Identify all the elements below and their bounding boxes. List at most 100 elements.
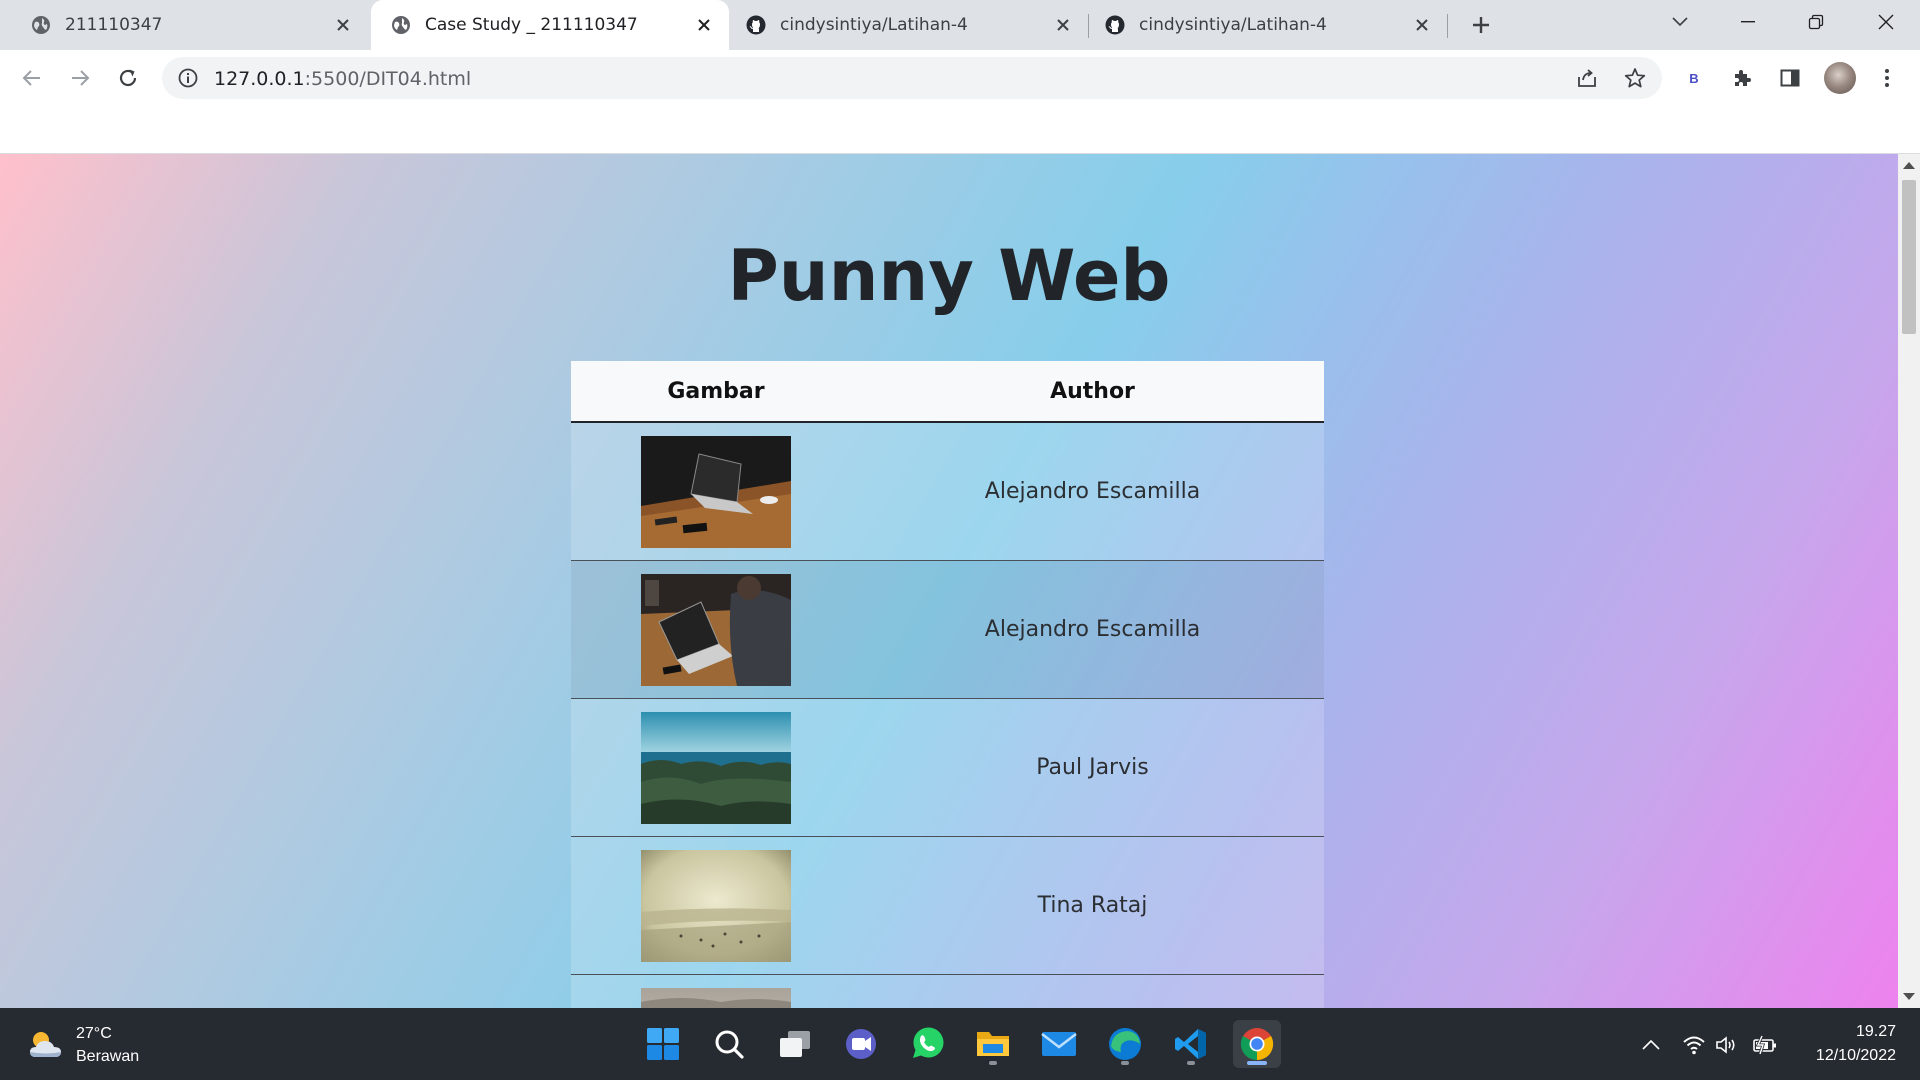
close-tab-icon[interactable] [1052,14,1074,36]
reload-button[interactable] [111,61,145,95]
teams-chat-button[interactable] [837,1020,885,1068]
mail-button[interactable] [1035,1020,1083,1068]
partly-cloudy-icon [30,1032,61,1057]
windows-taskbar: 27°C Berawan 19.27 12/10/2022 [0,1008,1920,1080]
extensions-button[interactable] [1727,63,1757,93]
taskbar-clock[interactable]: 19.27 12/10/2022 [1816,1020,1896,1068]
page-title: Punny Web [727,235,1171,317]
vscode-icon [1175,1029,1206,1059]
profile-avatar[interactable] [1824,62,1856,94]
running-indicator [1187,1061,1195,1065]
battery-button[interactable] [1752,1032,1778,1058]
close-icon [1878,14,1894,30]
forward-button[interactable] [63,61,97,95]
new-tab-button[interactable] [1466,12,1496,38]
tab-separator [1447,14,1448,38]
chrome-icon [1240,1028,1274,1061]
url-host: 127.0.0.1 [214,68,305,90]
scroll-thumb[interactable] [1902,180,1916,334]
author-cell [861,974,1324,1008]
task-view-button[interactable] [771,1020,819,1068]
share-icon[interactable] [1576,67,1598,89]
bookmarks-bar [0,106,1920,154]
start-icon [647,1028,679,1060]
table-row: Alejandro Escamilla [571,560,1324,699]
chat-icon [846,1029,876,1059]
scroll-up-arrow[interactable] [1903,162,1915,169]
laptop-desk-photo [641,435,791,548]
tab-211110347[interactable]: 211110347 [0,0,368,50]
whatsapp-button[interactable] [903,1020,951,1068]
speaker-icon [1716,1036,1735,1054]
close-tab-icon[interactable] [693,14,715,36]
close-window-button[interactable] [1852,0,1920,44]
chrome-button[interactable] [1233,1020,1281,1068]
vscode-button[interactable] [1167,1020,1215,1068]
edge-icon [1109,1028,1141,1060]
running-indicator [989,1061,997,1065]
puzzle-icon [1735,70,1751,86]
url-path: :5500/DIT04.html [304,68,472,90]
info-icon[interactable] [177,67,199,89]
network-button[interactable] [1681,1032,1707,1058]
side-panel-button[interactable] [1775,63,1805,93]
sea-forest-photo [641,711,791,824]
globe-icon [32,16,50,34]
github-icon [1105,15,1125,35]
tab-title: cindysintiya/Latihan-4 [1139,15,1327,35]
tab-github-latihan-4[interactable]: cindysintiya/Latihan-4 [730,0,1088,50]
scroll-down-arrow[interactable] [1903,993,1915,1000]
taskbar-search-button[interactable] [705,1020,753,1068]
author-cell: Alejandro Escamilla [861,422,1324,561]
author-cell: Alejandro Escamilla [861,560,1324,699]
image-cell [571,974,861,1008]
close-tab-icon[interactable] [332,14,354,36]
image-cell [571,836,861,975]
back-button[interactable] [15,61,49,95]
arrow-left-icon [22,70,40,86]
volume-button[interactable] [1714,1032,1740,1058]
vertical-scrollbar[interactable] [1898,154,1920,1008]
arrow-right-icon [72,70,90,86]
weather-temp: 27°C [76,1025,112,1042]
wifi-icon [1683,1036,1705,1055]
chevron-down-icon [1672,17,1688,27]
extension-b-button[interactable]: B [1679,63,1709,93]
close-tab-icon[interactable] [1411,14,1433,36]
clock-time: 19.27 [1855,1023,1896,1040]
address-bar[interactable]: 127.0.0.1:5500/DIT04.html [162,57,1662,99]
restore-button[interactable] [1782,0,1850,44]
running-indicator [1247,1061,1267,1065]
globe-icon [392,16,410,34]
page-viewport: Punny Web Gambar Author Alejandro Escami… [0,154,1898,1008]
image-cell [571,560,861,699]
menu-button[interactable] [1872,63,1902,93]
tab-github-latihan-4-b[interactable]: cindysintiya/Latihan-4 [1089,0,1447,50]
task-view-icon [780,1031,810,1057]
tab-title: 211110347 [65,15,163,35]
minimize-button[interactable] [1714,0,1782,44]
start-button[interactable] [639,1020,687,1068]
extension-badge: B [1689,70,1699,86]
running-indicator [1121,1061,1129,1065]
tab-title: Case Study _ 211110347 [425,15,638,35]
image-cell [571,422,861,561]
person-laptop-photo [641,573,791,686]
tab-search-button[interactable] [1646,0,1714,44]
reload-icon [119,69,137,87]
weather-widget[interactable]: 27°C Berawan [26,1022,139,1068]
column-header-author: Author [861,361,1324,423]
file-explorer-button[interactable] [969,1020,1017,1068]
weather-condition: Berawan [76,1048,140,1065]
star-icon[interactable] [1624,67,1646,89]
show-hidden-icons-button[interactable] [1638,1032,1664,1058]
tab-case-study[interactable]: Case Study _ 211110347 [371,0,729,50]
edge-button[interactable] [1101,1020,1149,1068]
table-header-row: Gambar Author [571,361,1324,423]
restore-icon [1808,14,1824,30]
column-header-gambar: Gambar [571,361,861,423]
mail-icon [1041,1032,1077,1056]
author-cell: Tina Rataj [861,836,1324,975]
url-text: 127.0.0.1:5500/DIT04.html [214,68,471,90]
table-row: Tina Rataj [571,836,1324,975]
